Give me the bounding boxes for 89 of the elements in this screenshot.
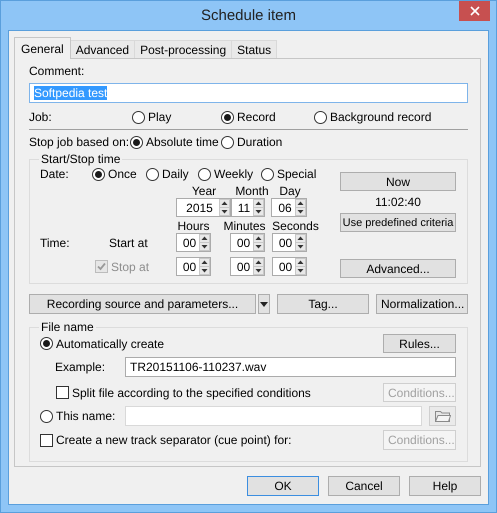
spin-arrows-icon[interactable] <box>253 199 264 216</box>
auto-create-radio-option[interactable]: Automatically create <box>40 336 164 350</box>
post-processing-tab[interactable]: Post-processing <box>134 40 232 58</box>
radio-button[interactable] <box>261 168 274 180</box>
date-radio-option[interactable]: Once <box>92 167 146 181</box>
tag-button[interactable]: Tag... <box>277 294 369 314</box>
radio-button[interactable] <box>221 136 234 148</box>
checkbox[interactable] <box>40 434 53 446</box>
spin-arrows-icon[interactable] <box>253 258 264 275</box>
dropdown-button[interactable] <box>258 294 270 314</box>
start-at-label: Start at <box>109 236 149 250</box>
spin-value: 00 <box>236 260 252 274</box>
job-radio-option[interactable]: Play <box>132 110 221 124</box>
column-header: Month <box>234 185 270 198</box>
column-header: Minutes <box>222 220 267 233</box>
split-file-checkbox-option[interactable]: Split file according to the specified conditions <box>56 386 311 400</box>
advanced-tab[interactable]: Advanced <box>70 40 136 58</box>
browse-button[interactable] <box>429 406 456 426</box>
date-radio-option[interactable]: Special <box>261 167 316 181</box>
radio-button[interactable] <box>314 110 327 124</box>
spin-arrows-icon[interactable] <box>199 234 210 251</box>
recording-source-button[interactable]: Recording source and parameters... <box>29 294 256 314</box>
help-button[interactable]: Help <box>409 476 481 496</box>
close-button[interactable] <box>459 1 490 21</box>
job-radio-option[interactable]: Record <box>221 110 314 124</box>
radio-button[interactable] <box>198 168 211 180</box>
spin-box[interactable]: 06 <box>271 198 307 217</box>
job-radio-option[interactable]: Background record <box>314 110 432 124</box>
spin-box[interactable]: 2015 <box>176 198 231 217</box>
normalization-button[interactable]: Normalization... <box>376 294 468 314</box>
stop-radio-option[interactable]: Absolute time <box>130 135 221 149</box>
spin-value: 2015 <box>185 200 214 214</box>
now-button[interactable]: Now <box>340 172 456 191</box>
stop-based-label: Stop job based on: <box>29 135 130 149</box>
predefined-criteria-button[interactable]: Use predefined criteria <box>340 213 456 232</box>
caret-icon <box>260 302 268 306</box>
window-title: Schedule item <box>200 7 296 24</box>
column-header: Year <box>190 185 218 198</box>
stop-radio-option[interactable]: Duration <box>221 135 282 149</box>
spin-arrows-icon[interactable] <box>295 258 306 275</box>
checkbox[interactable] <box>56 386 69 399</box>
column-header: Hours <box>176 220 210 233</box>
radio-button[interactable] <box>130 136 143 148</box>
spin-value: 11 <box>236 200 252 214</box>
radio-button[interactable] <box>221 110 234 124</box>
spin-value: 00 <box>278 236 294 250</box>
cancel-button[interactable]: Cancel <box>328 476 400 496</box>
folder-icon <box>434 410 450 422</box>
date-label: Date: <box>40 167 70 181</box>
spin-value: 00 <box>182 260 198 274</box>
close-icon <box>470 6 480 16</box>
spin-arrows-icon[interactable] <box>253 234 264 251</box>
status-tab[interactable]: Status <box>231 40 278 58</box>
spin-arrows-icon[interactable] <box>295 199 306 216</box>
column-header: Seconds <box>271 220 320 233</box>
spin-box[interactable]: 00 <box>272 233 307 252</box>
date-radio-option[interactable]: Weekly <box>198 167 261 181</box>
this-name-radio-option[interactable]: This name: <box>40 409 125 423</box>
example-field[interactable]: TR20151106-110237.wav <box>125 357 456 377</box>
spin-value: 00 <box>236 236 252 250</box>
ok-button[interactable]: OK <box>247 476 319 496</box>
time-label: Time: <box>40 236 71 250</box>
spin-box[interactable]: 11 <box>231 198 265 217</box>
comment-label: Comment: <box>29 64 84 78</box>
spin-value: 00 <box>182 236 198 250</box>
group-title: Start/Stop time <box>40 152 122 166</box>
spin-arrows-icon[interactable] <box>219 199 230 216</box>
spin-arrows-icon[interactable] <box>199 258 210 275</box>
spin-box[interactable]: 00 <box>176 233 211 252</box>
job-label: Job: <box>29 110 53 124</box>
radio-button[interactable] <box>132 110 145 124</box>
radio-button[interactable] <box>40 337 53 350</box>
clock-time: 11:02:40 <box>375 195 421 209</box>
group-title: File name <box>40 320 95 334</box>
spin-box[interactable]: 00 <box>230 233 265 252</box>
general-tab[interactable]: General <box>14 37 71 59</box>
rules-button[interactable]: Rules... <box>383 334 456 353</box>
radio-button[interactable] <box>146 168 159 180</box>
advanced-button[interactable]: Advanced... <box>340 259 456 278</box>
file-name-field[interactable] <box>125 406 422 426</box>
track-separator-checkbox-option[interactable]: Create a new track separator (cue point) for: <box>40 433 292 447</box>
spin-arrows-icon[interactable] <box>295 234 306 251</box>
spin-value: 00 <box>278 260 294 274</box>
radio-button[interactable] <box>92 168 105 180</box>
example-label: Example: <box>55 360 106 374</box>
date-radio-option[interactable]: Daily <box>146 167 198 181</box>
radio-button[interactable] <box>40 410 53 422</box>
spin-value: 06 <box>277 200 293 214</box>
column-header: Day <box>278 185 302 198</box>
